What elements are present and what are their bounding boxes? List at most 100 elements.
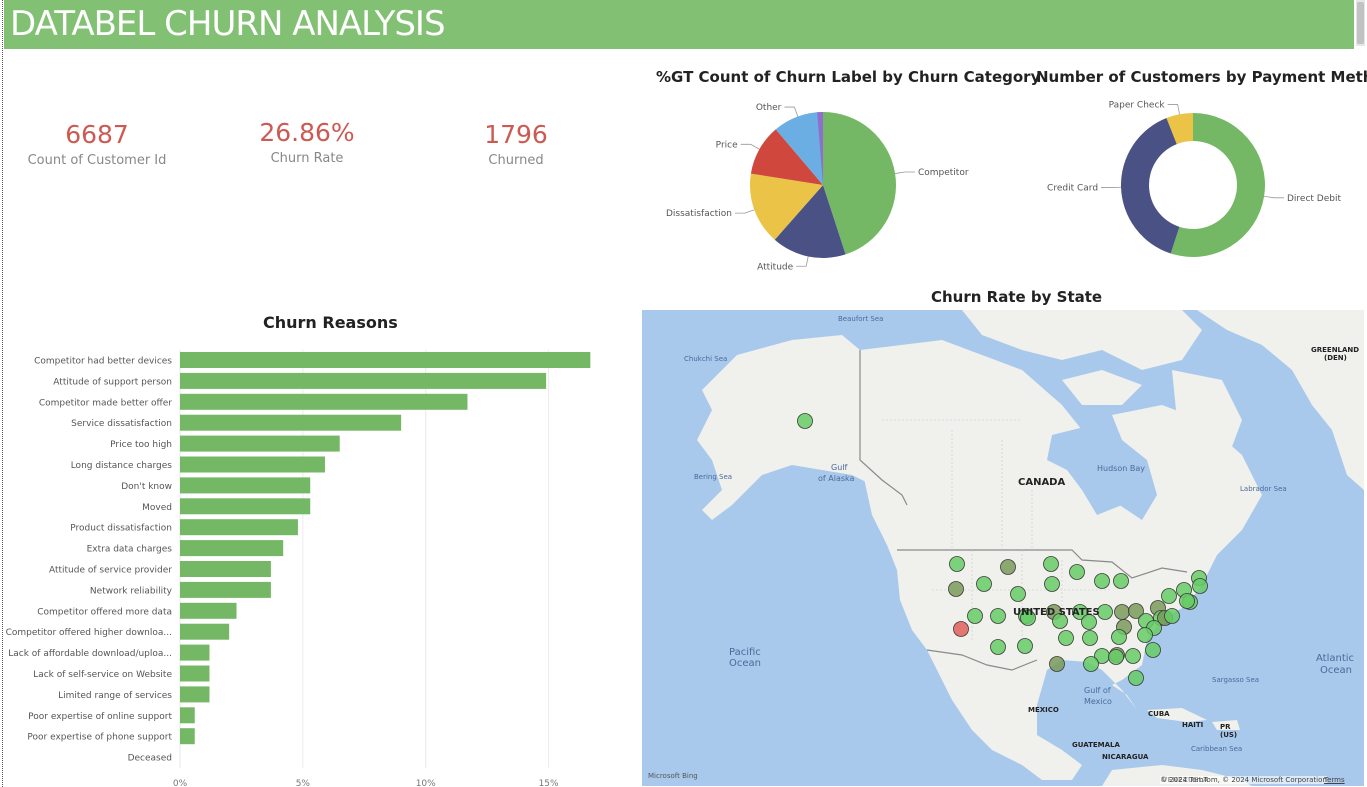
category-label: Service dissatisfaction [71,419,172,429]
bar[interactable] [180,728,195,745]
bar[interactable] [180,561,271,577]
category-label: Product dissatisfaction [70,524,172,534]
state-bubble[interactable] [990,608,1006,624]
bar[interactable] [180,644,210,661]
slice-label: Dissatisfaction [666,209,732,219]
state-bubble[interactable] [967,608,983,624]
map-label: Hudson Bay [1097,464,1145,473]
bar[interactable] [180,707,195,724]
category-label: Competitor made better offer [39,398,172,408]
state-bubble[interactable] [1137,627,1153,643]
state-bubble[interactable] [1010,586,1026,602]
category-label: Limited range of services [58,691,172,701]
state-bubble[interactable] [1125,648,1141,664]
state-bubble[interactable] [1069,564,1085,580]
state-bubble[interactable] [797,413,813,429]
map-label: UNITED STATES [1013,607,1100,618]
bar[interactable] [180,352,591,368]
state-bubble[interactable] [1044,576,1060,592]
slice-label: Price [716,140,738,150]
state-bubble[interactable] [990,639,1006,655]
map-label: MEXICO [1028,706,1059,714]
state-bubble[interactable] [1083,656,1099,672]
category-label: Attitude of service provider [49,566,172,576]
map-label: Atlantic [1316,653,1355,664]
state-bubble[interactable] [1097,604,1113,620]
slice-label: Competitor [918,168,969,178]
x-tick-label: 0% [173,779,188,787]
kpi-churned[interactable]: 1796 Churned [441,120,591,168]
state-bubble[interactable] [1161,588,1177,604]
map-label: PR [1220,723,1231,731]
bar[interactable] [180,602,237,619]
map-label: Ocean [729,658,761,669]
category-label: Poor expertise of phone support [27,733,172,743]
map-label: of Alaska [818,474,855,483]
map-bubbles[interactable] [642,310,1364,786]
category-label: Attitude of support person [53,377,172,387]
state-bubble[interactable] [976,576,992,592]
state-bubble[interactable] [1145,642,1161,658]
state-bubble[interactable] [1164,608,1180,624]
state-bubble[interactable] [1058,630,1074,646]
kpi-churn-rate[interactable]: 26.86% Churn Rate [232,118,382,166]
slice-label: Credit Card [1047,184,1098,194]
state-bubble[interactable] [1094,573,1110,589]
bar[interactable] [180,372,547,389]
bar[interactable] [180,540,284,557]
map-label: Sargasso Sea [1212,676,1260,684]
slice-label: Other [756,103,782,113]
bar[interactable] [180,435,340,452]
map-label: Gulf of [1084,686,1111,695]
leader-line [796,256,809,267]
state-bubble[interactable] [1043,556,1059,572]
churn-rate-map[interactable]: Beaufort Sea Chukchi Sea GREENLAND (DEN) Ber… [642,310,1364,786]
payment-method-donut-chart[interactable]: Direct Debit Credit Card Paper Check [1040,92,1365,282]
kpi-value: 6687 [65,120,129,149]
bar[interactable] [180,665,210,682]
kpi-label: Churn Rate [270,151,344,166]
state-bubble[interactable] [949,556,965,572]
bar[interactable] [180,581,271,598]
bing-logo: Microsoft Bing [648,772,698,780]
bar[interactable] [180,623,230,640]
churn-category-pie-chart[interactable]: Competitor Attitude Dissatisfaction Price Ot… [650,92,1010,282]
churn-reasons-chart-title: Churn Reasons [263,313,398,332]
category-label: Extra data charges [87,545,173,555]
state-bubble[interactable] [1114,604,1130,620]
slice-label: Direct Debit [1287,194,1341,204]
bar[interactable] [180,686,210,703]
state-bubble[interactable] [1082,630,1098,646]
category-label: Moved [142,503,172,513]
state-bubble[interactable] [1017,638,1033,654]
category-label: Competitor had better devices [34,357,172,367]
bar[interactable] [180,477,311,494]
slice-credit-card[interactable] [1121,118,1180,254]
state-bubble[interactable] [953,621,969,637]
bar[interactable] [180,393,468,410]
state-bubble[interactable] [1128,670,1144,686]
map-terms-link[interactable]: Terms [1324,776,1345,784]
churn-reasons-bar-chart[interactable]: 0% 5% 10% 15% Competitor had better devices A… [0,340,620,787]
bar[interactable] [180,519,298,536]
state-bubble[interactable] [1049,656,1065,672]
state-bubble[interactable] [1113,573,1129,589]
state-bubble[interactable] [1111,629,1127,645]
bar[interactable] [180,498,311,515]
churn-category-chart-title: %GT Count of Churn Label by Churn Catego… [656,68,1041,86]
state-bubble[interactable] [1108,649,1124,665]
state-bubble[interactable] [1179,593,1195,609]
category-label: Long distance charges [71,461,173,471]
map-attribution: © 2024 TomTom, © 2024 Microsoft Corporat… [1160,776,1327,784]
state-bubble[interactable] [1192,578,1208,594]
category-label: Lack of self-service on Website [33,670,172,680]
payment-method-chart-title: Number of Customers by Payment Method [1036,68,1367,86]
state-bubble[interactable] [948,581,964,597]
state-bubble[interactable] [1000,559,1016,575]
bar[interactable] [180,456,325,473]
kpi-customer-count[interactable]: 6687 Count of Customer Id [22,120,172,168]
map-label: CANADA [1018,477,1066,488]
x-tick-label: 10% [416,779,436,787]
bar[interactable] [180,414,402,431]
scrollbar-thumb[interactable] [1357,2,1364,44]
